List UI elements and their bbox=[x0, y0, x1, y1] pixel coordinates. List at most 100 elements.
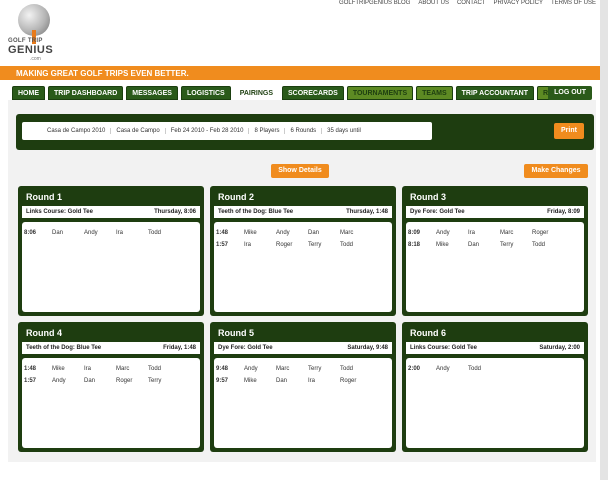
player-name: Marc bbox=[116, 366, 130, 372]
make-changes-button[interactable]: Make Changes bbox=[524, 164, 588, 178]
round-groups: 8:06 Dan Andy Ira Todd bbox=[22, 222, 200, 312]
player-name: Dan bbox=[468, 242, 480, 248]
tee-group-row: 9:48 Andy Marc Terry Todd bbox=[214, 366, 392, 378]
logout-button[interactable]: LOG OUT bbox=[548, 86, 592, 100]
tab-messages[interactable]: MESSAGES bbox=[126, 86, 178, 100]
round-course: Links Course: Gold Tee bbox=[410, 345, 477, 351]
player-name: Ira bbox=[244, 242, 252, 248]
round-card: Round 1 Links Course: Gold Tee Thursday,… bbox=[18, 186, 204, 316]
tab-pairings[interactable]: PAIRINGS bbox=[233, 86, 280, 100]
round-course-bar: Teeth of the Dog: Blue Tee Thursday, 1:4… bbox=[214, 206, 392, 218]
player-name: Roger bbox=[340, 378, 357, 384]
tee-time: 8:06 bbox=[24, 230, 37, 236]
player-name: Ira bbox=[84, 366, 92, 372]
logo-text-line3: .com bbox=[30, 56, 41, 62]
link-terms-of-use[interactable]: TERMS OF USE bbox=[551, 0, 596, 6]
round-course: Teeth of the Dog: Blue Tee bbox=[218, 209, 294, 215]
round-course-bar: Links Course: Gold Tee Thursday, 8:06 bbox=[22, 206, 200, 218]
round-course: Teeth of the Dog: Blue Tee bbox=[26, 345, 102, 351]
player-name: Todd bbox=[148, 366, 162, 372]
player-name: Todd bbox=[532, 242, 546, 248]
golftripgenius-logo[interactable]: GOLF TRIP GENIUS .com bbox=[8, 4, 60, 62]
tab-teams[interactable]: TEAMS bbox=[416, 86, 453, 100]
tab-logistics[interactable]: LOGISTICS bbox=[180, 86, 231, 100]
round-when: Friday, 8:09 bbox=[547, 209, 580, 215]
link-blog[interactable]: GOLFTRIPGENIUS BLOG bbox=[339, 0, 410, 6]
player-name: Marc bbox=[340, 230, 354, 236]
tab-trip-accountant[interactable]: TRIP ACCOUNTANT bbox=[455, 86, 535, 100]
player-name: Todd bbox=[468, 366, 482, 372]
link-contact[interactable]: CONTACT bbox=[457, 0, 486, 6]
tab-tournaments[interactable]: TOURNAMENTS bbox=[346, 86, 414, 100]
tee-group-row: 1:48 Mike Andy Dan Marc bbox=[214, 230, 392, 242]
round-count: 6 Rounds bbox=[285, 128, 323, 134]
round-title: Round 6 bbox=[410, 328, 446, 338]
trip-summary-bar: Casa de Campo 2010 Casa de Campo Feb 24 … bbox=[16, 114, 594, 150]
print-button[interactable]: Print bbox=[554, 123, 584, 139]
player-name: Andy bbox=[244, 366, 258, 372]
player-name: Ira bbox=[468, 230, 476, 236]
player-name: Andy bbox=[436, 366, 450, 372]
round-when: Thursday, 1:48 bbox=[346, 209, 388, 215]
player-name: Todd bbox=[340, 242, 354, 248]
round-course: Links Course: Gold Tee bbox=[26, 209, 93, 215]
player-name: Todd bbox=[340, 366, 354, 372]
tee-group-row: 8:09 Andy Ira Marc Roger bbox=[406, 230, 584, 242]
tab-scorecards[interactable]: SCORECARDS bbox=[282, 86, 344, 100]
player-name: Mike bbox=[244, 230, 257, 236]
round-card: Round 6 Links Course: Gold Tee Saturday,… bbox=[402, 322, 588, 452]
tee-time: 1:57 bbox=[216, 242, 229, 248]
tee-group-row: 9:57 Mike Dan Ira Roger bbox=[214, 378, 392, 390]
player-name: Andy bbox=[436, 230, 450, 236]
round-when: Friday, 1:48 bbox=[163, 345, 196, 351]
tee-time: 1:48 bbox=[24, 366, 37, 372]
player-name: Andy bbox=[84, 230, 98, 236]
round-course-bar: Links Course: Gold Tee Saturday, 2:00 bbox=[406, 342, 584, 354]
tab-home[interactable]: HOME bbox=[12, 86, 45, 100]
round-course: Dye Fore: Gold Tee bbox=[218, 345, 273, 351]
trip-summary: Casa de Campo 2010 Casa de Campo Feb 24 … bbox=[22, 122, 432, 140]
player-name: Mike bbox=[244, 378, 257, 384]
round-course-bar: Teeth of the Dog: Blue Tee Friday, 1:48 bbox=[22, 342, 200, 354]
player-name: Roger bbox=[116, 378, 133, 384]
top-links: GOLFTRIPGENIUS BLOG ABOUT US CONTACT PRI… bbox=[339, 0, 596, 6]
page: GOLF TRIP GENIUS .com GOLFTRIPGENIUS BLO… bbox=[0, 0, 600, 480]
round-when: Saturday, 2:00 bbox=[539, 345, 580, 351]
player-name: Terry bbox=[308, 366, 322, 372]
player-name: Dan bbox=[52, 230, 64, 236]
tee-time: 1:48 bbox=[216, 230, 229, 236]
logo-text-line2: GENIUS bbox=[8, 44, 54, 56]
player-name: Ira bbox=[116, 230, 124, 236]
days-until: 35 days until bbox=[327, 128, 361, 134]
tee-time: 9:48 bbox=[216, 366, 229, 372]
round-groups: 1:48 Mike Ira Marc Todd 1:57 Andy Dan Roger Terr… bbox=[22, 358, 200, 448]
player-name: Dan bbox=[84, 378, 96, 384]
trip-dates: Feb 24 2010 - Feb 28 2010 bbox=[166, 128, 250, 134]
trip-name: Casa de Campo 2010 bbox=[42, 128, 112, 134]
tee-group-row: 1:57 Andy Dan Roger Terry bbox=[22, 378, 200, 390]
round-groups: 9:48 Andy Marc Terry Todd 9:57 Mike Dan Ira Roge… bbox=[214, 358, 392, 448]
show-details-button[interactable]: Show Details bbox=[271, 164, 329, 178]
player-name: Dan bbox=[308, 230, 320, 236]
round-card: Round 3 Dye Fore: Gold Tee Friday, 8:09 … bbox=[402, 186, 588, 316]
tee-time: 2:00 bbox=[408, 366, 421, 372]
player-name: Mike bbox=[52, 366, 65, 372]
trip-venue: Casa de Campo bbox=[111, 128, 166, 134]
round-card: Round 4 Teeth of the Dog: Blue Tee Frida… bbox=[18, 322, 204, 452]
round-when: Saturday, 9:48 bbox=[347, 345, 388, 351]
round-course: Dye Fore: Gold Tee bbox=[410, 209, 465, 215]
tee-time: 1:57 bbox=[24, 378, 37, 384]
player-name: Todd bbox=[148, 230, 162, 236]
tab-trip-dashboard[interactable]: TRIP DASHBOARD bbox=[48, 86, 124, 100]
link-privacy-policy[interactable]: PRIVACY POLICY bbox=[494, 0, 543, 6]
tagline-banner: MAKING GREAT GOLF TRIPS EVEN BETTER. bbox=[0, 66, 600, 80]
player-name: Terry bbox=[148, 378, 162, 384]
round-groups: 1:48 Mike Andy Dan Marc 1:57 Ira Roger Terry Tod… bbox=[214, 222, 392, 312]
round-title: Round 3 bbox=[410, 192, 446, 202]
player-name: Terry bbox=[308, 242, 322, 248]
round-card: Round 5 Dye Fore: Gold Tee Saturday, 9:4… bbox=[210, 322, 396, 452]
round-title: Round 2 bbox=[218, 192, 254, 202]
player-name: Andy bbox=[52, 378, 66, 384]
player-name: Roger bbox=[532, 230, 549, 236]
link-about-us[interactable]: ABOUT US bbox=[418, 0, 449, 6]
